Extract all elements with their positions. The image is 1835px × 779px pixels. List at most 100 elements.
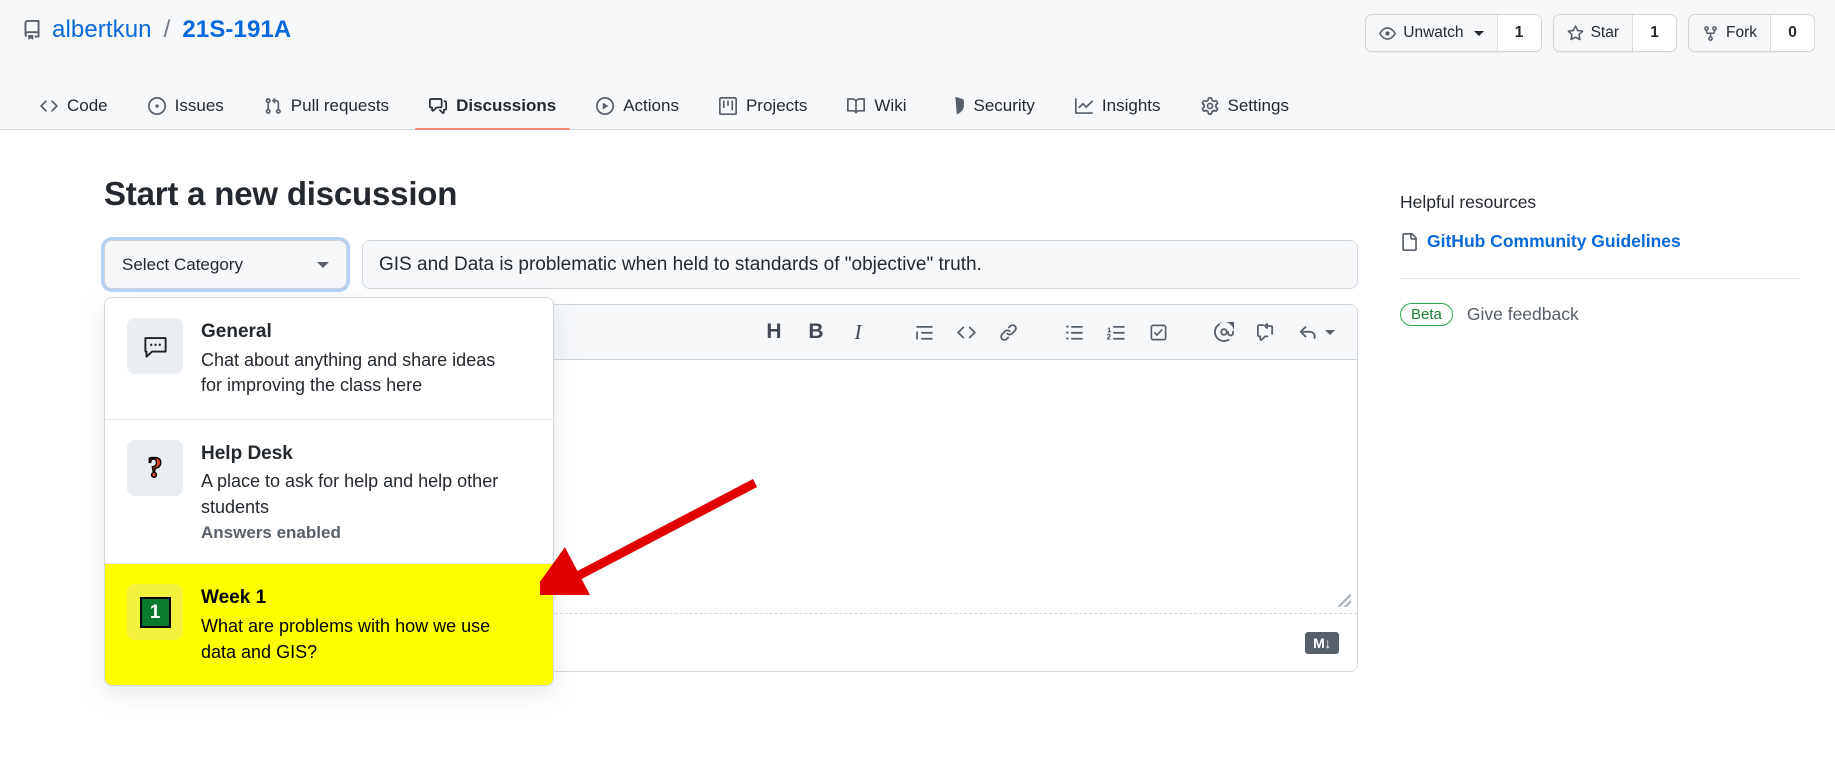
watch-count[interactable]: 1 [1496,15,1541,51]
dropdown-item-help-desk[interactable]: ? Help Desk A place to ask for help and … [105,420,553,565]
watch-button-group: Unwatch 1 [1365,14,1542,52]
tab-discussions-label: Discussions [456,96,557,115]
question-mark-emoji-icon: ? [127,439,183,496]
repo-name-link[interactable]: 21S-191A [182,16,291,44]
dropdown-item-note: Answers enabled [201,523,341,543]
fork-icon [1702,25,1719,42]
breadcrumb: albertkun / 21S-191A [22,16,291,44]
star-count[interactable]: 1 [1632,15,1676,51]
community-guidelines-row[interactable]: GitHub Community Guidelines [1400,231,1800,252]
star-button[interactable]: Star [1553,15,1632,51]
quote-icon[interactable] [903,311,945,353]
unordered-list-icon[interactable] [1053,311,1095,353]
keycap-digit: 1 [139,596,171,628]
toolbar-group-block [903,311,1029,353]
chevron-down-icon[interactable] [1325,329,1335,335]
fork-button[interactable]: Fork [1689,15,1770,51]
project-icon [718,97,737,115]
tab-issues[interactable]: Issues [134,96,238,129]
cross-reference-icon[interactable] [1245,311,1287,353]
fork-button-group: Fork 0 [1688,14,1815,52]
dropdown-item-description: What are problems with how we use data a… [201,616,491,662]
repo-owner-link[interactable]: albertkun [52,16,152,44]
play-icon [596,97,615,115]
speech-balloon-emoji-icon [127,318,183,374]
tab-insights[interactable]: Insights [1061,96,1175,129]
tab-code[interactable]: Code [26,96,122,129]
comment-discussion-icon [429,97,448,115]
tab-security[interactable]: Security [933,96,1049,129]
task-list-icon[interactable] [1137,311,1179,353]
eye-icon [1379,25,1397,42]
give-feedback-link[interactable]: Give feedback [1467,304,1579,325]
mention-icon[interactable] [1203,311,1245,353]
tab-actions-label: Actions [623,96,679,115]
unwatch-button[interactable]: Unwatch [1366,15,1497,51]
unwatch-label: Unwatch [1403,24,1464,41]
sidebar-divider [1400,278,1800,279]
dropdown-item-text: Week 1 What are problems with how we use… [201,584,501,665]
tab-insights-label: Insights [1101,96,1161,115]
one-keycap-emoji-icon: 1 [127,584,183,641]
dropdown-item-week-1[interactable]: 1 Week 1 What are problems with how we u… [105,564,553,686]
repo-header: albertkun / 21S-191A Unwatch 1 Star 1 Fo… [0,0,1835,73]
book-icon [847,97,866,115]
category-and-title-row: Select Category General Chat about anyth… [104,240,1358,687]
repo-nav: Code Issues Pull requests Discussions Ac… [0,73,1835,130]
tab-projects-label: Projects [745,96,808,115]
toolbar-group-refs [1203,311,1339,353]
chevron-down-icon [317,261,329,268]
dropdown-item-description: A place to ask for help and help other s… [201,471,499,517]
breadcrumb-separator: / [163,16,171,43]
ordered-list-icon[interactable] [1095,311,1137,353]
main-content: Start a new discussion Select Category G… [0,130,1835,779]
repo-icon [22,19,42,41]
page-title: Start a new discussion [104,175,458,212]
dropdown-item-general[interactable]: General Chat about anything and share id… [105,298,553,420]
select-category-button[interactable]: Select Category [104,240,347,289]
graph-icon [1074,97,1093,115]
star-button-group: Star 1 [1552,14,1677,52]
code-icon [40,97,58,115]
tab-actions[interactable]: Actions [582,96,693,129]
bold-icon[interactable]: B [795,311,837,353]
tab-wiki[interactable]: Wiki [833,96,920,129]
shield-icon [947,97,965,115]
italic-icon[interactable]: I [837,311,879,353]
dropdown-item-description: Chat about anything and share ideas for … [201,349,496,396]
tab-discussions[interactable]: Discussions [415,96,571,130]
tab-projects[interactable]: Projects [705,96,821,129]
tab-settings-label: Settings [1227,96,1289,115]
github-discussions-page: albertkun / 21S-191A Unwatch 1 Star 1 Fo… [0,0,1835,779]
toolbar-group-text: H B I [753,311,879,353]
link-icon[interactable] [987,311,1029,353]
category-select-wrapper: Select Category General Chat about anyth… [104,240,554,687]
resize-handle[interactable] [1338,594,1351,607]
tab-wiki-label: Wiki [874,96,907,115]
heading-icon[interactable]: H [753,311,795,353]
fork-count[interactable]: 0 [1770,15,1814,51]
code-icon[interactable] [945,311,987,353]
beta-badge: Beta [1400,303,1453,326]
dropdown-item-text: General Chat about anything and share id… [201,318,501,399]
feedback-row: Beta Give feedback [1400,303,1800,326]
chevron-down-icon [1473,30,1484,36]
category-dropdown-menu: General Chat about anything and share id… [104,297,554,687]
tab-security-label: Security [973,96,1035,115]
repo-actions: Unwatch 1 Star 1 Fork 0 [1365,14,1815,52]
markdown-icon[interactable]: M↓ [1305,631,1339,654]
discussion-title-input[interactable] [362,240,1358,289]
dropdown-item-text: Help Desk A place to ask for help and he… [201,440,501,544]
issue-opened-icon [147,97,166,115]
tab-settings[interactable]: Settings [1187,96,1303,129]
dropdown-item-title: Help Desk [201,442,293,464]
star-icon [1567,24,1584,42]
gear-icon [1201,97,1219,115]
fork-label: Fork [1726,24,1757,41]
tab-pull-requests[interactable]: Pull requests [250,96,403,129]
toolbar-group-lists [1053,311,1179,353]
github-community-guidelines-link[interactable]: GitHub Community Guidelines [1427,231,1681,252]
dropdown-item-title: Week 1 [201,587,267,609]
reply-icon[interactable] [1287,311,1329,353]
tab-issues-label: Issues [174,96,224,115]
